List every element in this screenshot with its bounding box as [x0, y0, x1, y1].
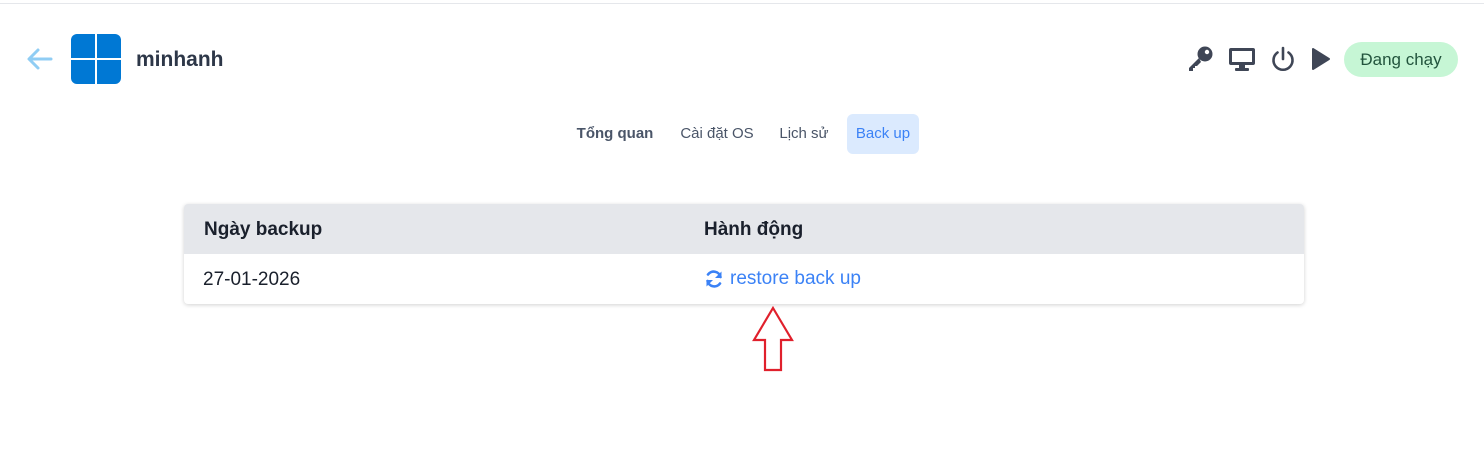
tab-overview[interactable]: Tổng quan — [570, 114, 660, 154]
backup-table: Ngày backup Hành động 27-01-2026 restore… — [184, 204, 1304, 304]
key-icon[interactable] — [1184, 44, 1216, 74]
backup-date-cell: 27-01-2026 — [203, 269, 301, 290]
play-icon[interactable] — [1308, 44, 1332, 74]
tab-os-settings[interactable]: Cài đặt OS — [674, 114, 760, 154]
table-header: Ngày backup Hành động — [184, 204, 1304, 254]
top-divider — [0, 3, 1484, 4]
windows-logo-icon — [71, 34, 121, 84]
tab-history[interactable]: Lịch sử — [772, 114, 836, 154]
column-header-backup-date: Ngày backup — [204, 219, 323, 240]
tab-backup[interactable]: Back up — [847, 114, 919, 154]
monitor-icon[interactable] — [1226, 44, 1258, 74]
restore-backup-label: restore back up — [730, 268, 861, 289]
restore-backup-link[interactable]: restore back up — [704, 254, 861, 304]
refresh-icon — [706, 270, 722, 288]
power-icon[interactable] — [1268, 44, 1298, 74]
tab-bar: Tổng quan Cài đặt OS Lịch sử Back up — [0, 114, 1484, 154]
vm-name: minhanh — [136, 48, 224, 71]
column-header-action: Hành động — [704, 219, 804, 240]
back-arrow-icon[interactable] — [26, 47, 54, 71]
annotation-up-arrow — [752, 305, 794, 372]
status-badge: Đang chạy — [1344, 42, 1458, 77]
table-row: 27-01-2026 restore back up — [184, 254, 1304, 304]
